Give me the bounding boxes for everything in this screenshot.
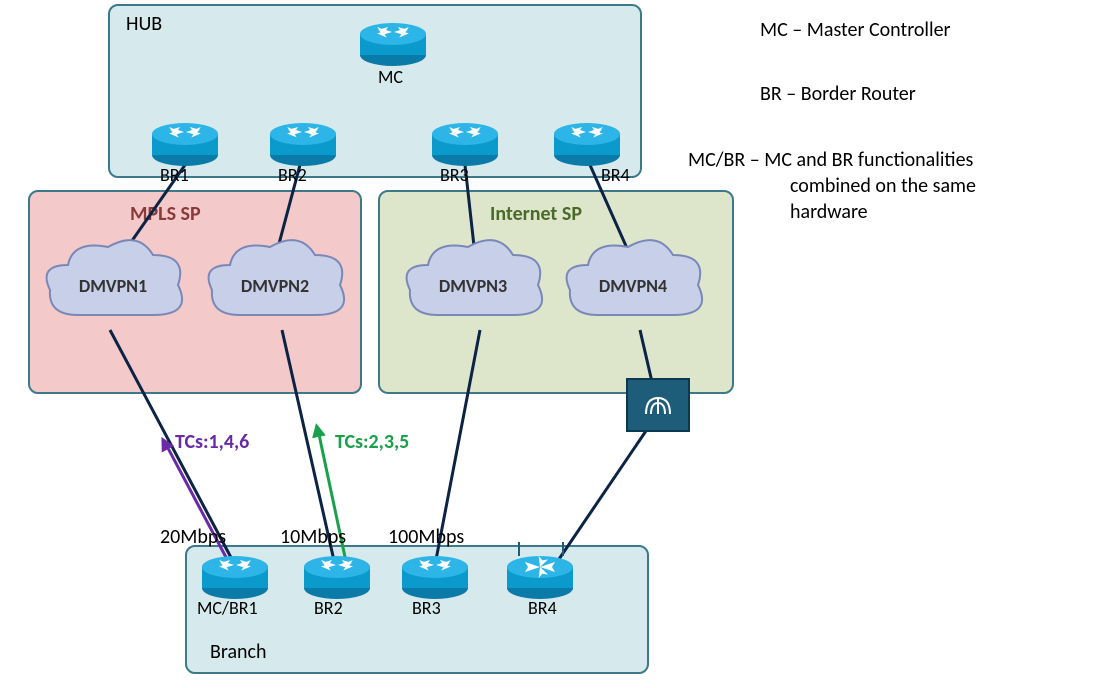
label-dmvpn2: DMVPN2 (200, 275, 350, 297)
label-dmvpn1: DMVPN1 (38, 275, 188, 297)
router-hub-br3 (430, 122, 500, 167)
label-dmvpn4: DMVPN4 (558, 275, 708, 297)
router-branch-br4 (505, 555, 575, 600)
router-branch-br2 (302, 555, 372, 600)
label-router-bbr3: BR3 (412, 597, 441, 619)
tc-label-1: TCs:1,4,6 (175, 430, 249, 454)
cloud-dmvpn1: DMVPN1 (38, 235, 188, 330)
router-hub-br2 (268, 122, 338, 167)
cloud-dmvpn2: DMVPN2 (200, 235, 350, 330)
cloud-dmvpn3: DMVPN3 (398, 235, 548, 330)
bandwidth-1: 20Mbps (160, 525, 226, 549)
wireless-ap-icon (626, 378, 690, 432)
antenna-left (518, 542, 520, 556)
label-router-bbr1: MC/BR1 (197, 597, 258, 619)
bandwidth-3: 100Mbps (388, 525, 464, 549)
label-router-hbr3: BR3 (440, 164, 469, 186)
bandwidth-2: 10Mbps (280, 525, 346, 549)
label-router-hbr2: BR2 (278, 164, 307, 186)
router-branch-br3 (400, 555, 470, 600)
antenna-right (562, 542, 564, 556)
label-dmvpn3: DMVPN3 (398, 275, 548, 297)
legend-mcbr-line2: combined on the same (790, 174, 976, 199)
router-hub-mc (358, 22, 428, 67)
label-router-hbr4: BR4 (601, 164, 630, 186)
tc-label-2: TCs:2,3,5 (335, 430, 409, 454)
label-router-hbr1: BR1 (160, 164, 189, 186)
label-router-bbr4: BR4 (528, 597, 557, 619)
legend-mcbr-line3: hardware (790, 200, 868, 225)
label-router-mc: MC (378, 66, 403, 88)
router-branch-mcbr1 (200, 555, 270, 600)
label-router-bbr2: BR2 (314, 597, 343, 619)
connections-canvas (0, 0, 760, 688)
router-hub-br4 (552, 122, 622, 167)
cloud-dmvpn4: DMVPN4 (558, 235, 708, 330)
legend-mc: MC – Master Controller (760, 18, 951, 43)
router-hub-br1 (150, 122, 220, 167)
legend-br: BR – Border Router (760, 82, 916, 107)
